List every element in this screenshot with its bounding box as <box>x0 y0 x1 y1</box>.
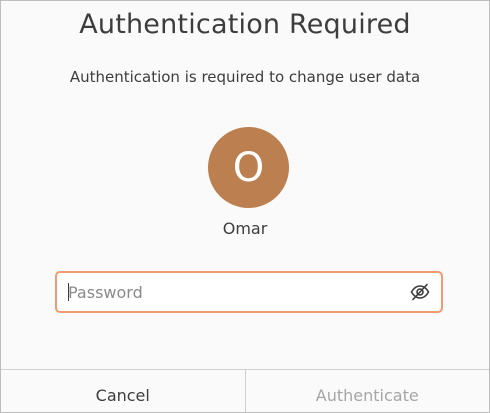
authenticate-button[interactable]: Authenticate <box>246 370 490 412</box>
avatar: O <box>208 127 289 208</box>
authentication-dialog: Authentication Required Authentication i… <box>0 0 490 413</box>
password-field-container <box>55 271 443 313</box>
text-cursor <box>68 283 69 301</box>
dialog-title: Authentication Required <box>79 9 411 40</box>
user-name: Omar <box>222 219 268 238</box>
password-input[interactable] <box>57 273 397 311</box>
dialog-message: Authentication is required to change use… <box>69 68 421 86</box>
eye-slash-icon[interactable] <box>409 281 431 303</box>
dialog-button-bar: Cancel Authenticate <box>1 369 489 412</box>
cancel-button[interactable]: Cancel <box>1 370 246 412</box>
avatar-initial: O <box>232 145 265 191</box>
